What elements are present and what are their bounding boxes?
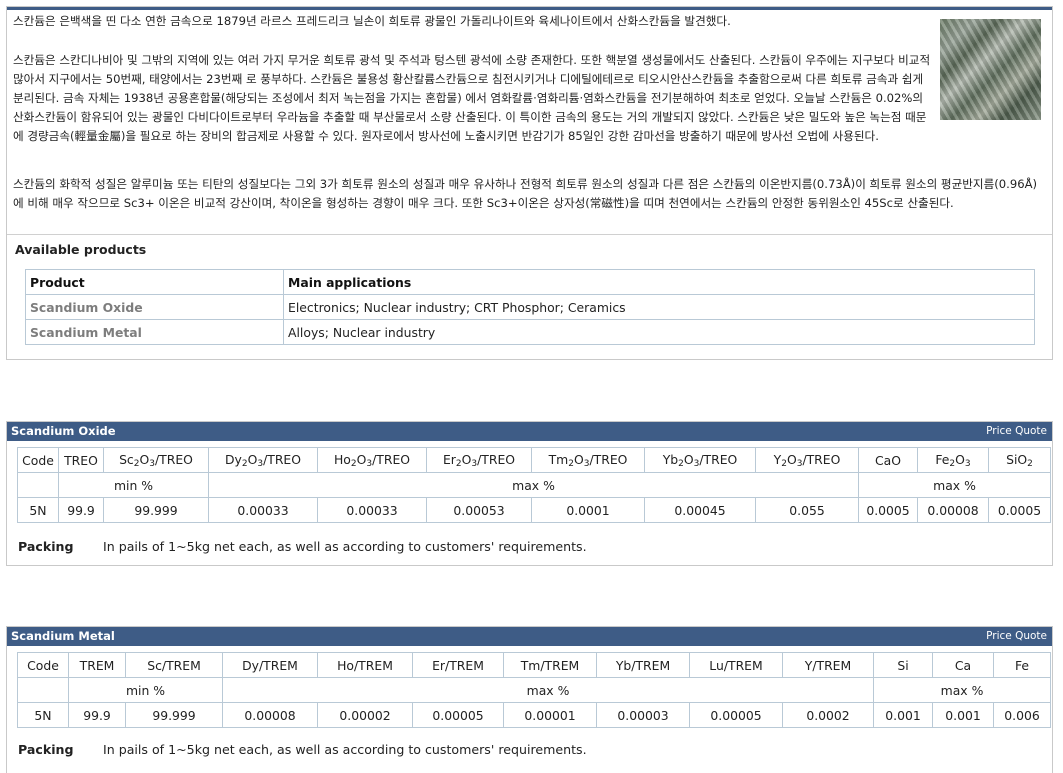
header-cell: Code <box>17 447 59 473</box>
value-cell: 0.00053 <box>426 497 532 523</box>
spec-unit-row: min % max % max % <box>17 472 1051 498</box>
product-link-scandium-oxide[interactable]: Scandium Oxide <box>25 294 284 320</box>
header-cell: CaO <box>858 447 918 473</box>
header-cell: Code <box>17 652 69 678</box>
available-products-table: Product Main applications Scandium Oxide… <box>25 269 1035 345</box>
unit-cell <box>17 472 59 498</box>
applications-column-header: Main applications <box>283 269 1035 295</box>
header-cell: Tm/TREM <box>503 652 597 678</box>
header-cell: Er/TREM <box>412 652 504 678</box>
unit-cell: max % <box>873 677 1051 703</box>
value-cell: 99.999 <box>125 702 223 728</box>
value-cell: 0.055 <box>755 497 859 523</box>
packing-label: Packing <box>18 742 74 757</box>
value-cell: 0.00045 <box>644 497 756 523</box>
header-cell: Ca <box>932 652 994 678</box>
product-column-header: Product <box>25 269 284 295</box>
packing-text: In pails of 1~5kg net each, as well as a… <box>103 539 587 554</box>
value-cell: 0.0001 <box>531 497 645 523</box>
scandium-oxide-panel: Scandium Oxide Price Quote Code TREO Sc2… <box>6 421 1053 566</box>
spec-value-row: 5N 99.9 99.999 0.00033 0.00033 0.00053 0… <box>17 497 1051 523</box>
value-cell: 0.00008 <box>917 497 989 523</box>
header-cell: Yb/TREM <box>596 652 690 678</box>
applications-cell: Alloys; Nuclear industry <box>283 319 1035 345</box>
header-cell: Sc/TREM <box>125 652 223 678</box>
header-cell: Y2O3/TREO <box>755 447 859 473</box>
header-cell: Ho2O3/TREO <box>317 447 427 473</box>
header-cell: TREO <box>58 447 104 473</box>
intro-top-bar <box>7 7 1052 10</box>
header-cell: Si <box>873 652 933 678</box>
price-quote-link[interactable]: Price Quote <box>986 630 1047 642</box>
unit-cell: min % <box>68 677 223 703</box>
value-cell: 0.00005 <box>689 702 783 728</box>
panel-title: Scandium Metal <box>11 629 115 643</box>
value-cell: 0.00002 <box>317 702 413 728</box>
spec-header-row: Code TREM Sc/TREM Dy/TREM Ho/TREM Er/TRE… <box>17 652 1051 678</box>
spec-header-row: Code TREO Sc2O3/TREO Dy2O3/TREO Ho2O3/TR… <box>17 447 1051 473</box>
packing-info: Packing In pails of 1~5kg net each, as we… <box>18 742 587 757</box>
intro-paragraph-2: 스칸듐은 스칸디나비아 및 그밖의 지역에 있는 여러 가지 무거운 희토류 광… <box>13 53 931 143</box>
spec-unit-row: min % max % max % <box>17 677 1051 703</box>
header-cell: Y/TREM <box>782 652 874 678</box>
value-cell: 0.001 <box>873 702 933 728</box>
header-cell: Er2O3/TREO <box>426 447 532 473</box>
table-row: Scandium Oxide Electronics; Nuclear indu… <box>25 294 1035 320</box>
unit-cell: max % <box>222 677 874 703</box>
value-cell: 0.0005 <box>988 497 1051 523</box>
intro-panel: 스칸듐은 은백색을 띤 다소 연한 금속으로 1879년 라르스 프레드리크 닐… <box>6 6 1053 360</box>
header-cell: Sc2O3/TREO <box>103 447 209 473</box>
value-cell: 0.00003 <box>596 702 690 728</box>
intro-paragraph-1: 스칸듐은 은백색을 띤 다소 연한 금속으로 1879년 라르스 프레드리크 닐… <box>13 14 731 28</box>
unit-cell <box>17 677 69 703</box>
header-cell: Fe2O3 <box>917 447 989 473</box>
value-cell: 99.9 <box>58 497 104 523</box>
header-cell: Lu/TREM <box>689 652 783 678</box>
unit-cell: max % <box>208 472 859 498</box>
value-cell: 99.9 <box>68 702 126 728</box>
scandium-metal-titlebar: Scandium Metal Price Quote <box>7 627 1052 646</box>
packing-label: Packing <box>18 539 74 554</box>
packing-text: In pails of 1~5kg net each, as well as a… <box>103 742 587 757</box>
value-cell: 0.0002 <box>782 702 874 728</box>
divider <box>7 234 1052 235</box>
spec-value-row: 5N 99.9 99.999 0.00008 0.00002 0.00005 0… <box>17 702 1051 728</box>
panel-title: Scandium Oxide <box>11 424 116 438</box>
scandium-oxide-titlebar: Scandium Oxide Price Quote <box>7 422 1052 441</box>
value-cell: 0.006 <box>993 702 1051 728</box>
applications-cell: Electronics; Nuclear industry; CRT Phosp… <box>283 294 1035 320</box>
scandium-metal-spec-table: Code TREM Sc/TREM Dy/TREM Ho/TREM Er/TRE… <box>17 652 1051 728</box>
value-cell: 0.00001 <box>503 702 597 728</box>
header-cell: Fe <box>993 652 1051 678</box>
value-cell: 5N <box>17 497 59 523</box>
value-cell: 0.00005 <box>412 702 504 728</box>
header-cell: Yb2O3/TREO <box>644 447 756 473</box>
available-products-title: Available products <box>15 242 147 257</box>
value-cell: 0.00008 <box>222 702 318 728</box>
unit-cell: max % <box>858 472 1051 498</box>
value-cell: 0.00033 <box>208 497 318 523</box>
table-header-row: Product Main applications <box>25 269 1035 295</box>
scandium-oxide-spec-table: Code TREO Sc2O3/TREO Dy2O3/TREO Ho2O3/TR… <box>17 447 1051 523</box>
price-quote-link[interactable]: Price Quote <box>986 425 1047 437</box>
header-cell: Ho/TREM <box>317 652 413 678</box>
product-link-scandium-metal[interactable]: Scandium Metal <box>25 319 284 345</box>
scandium-photo <box>940 19 1041 120</box>
scandium-metal-panel: Scandium Metal Price Quote Code TREM Sc/… <box>6 626 1053 773</box>
intro-paragraph-3: 스칸듐의 화학적 성질은 알루미늄 또는 티탄의 성질보다는 그외 3가 희토류… <box>13 177 1038 210</box>
value-cell: 0.001 <box>932 702 994 728</box>
header-cell: Dy/TREM <box>222 652 318 678</box>
value-cell: 99.999 <box>103 497 209 523</box>
header-cell: Dy2O3/TREO <box>208 447 318 473</box>
header-cell: SiO2 <box>988 447 1051 473</box>
value-cell: 0.00033 <box>317 497 427 523</box>
value-cell: 5N <box>17 702 69 728</box>
value-cell: 0.0005 <box>858 497 918 523</box>
header-cell: TREM <box>68 652 126 678</box>
packing-info: Packing In pails of 1~5kg net each, as we… <box>18 539 587 554</box>
header-cell: Tm2O3/TREO <box>531 447 645 473</box>
table-row: Scandium Metal Alloys; Nuclear industry <box>25 319 1035 345</box>
unit-cell: min % <box>58 472 209 498</box>
